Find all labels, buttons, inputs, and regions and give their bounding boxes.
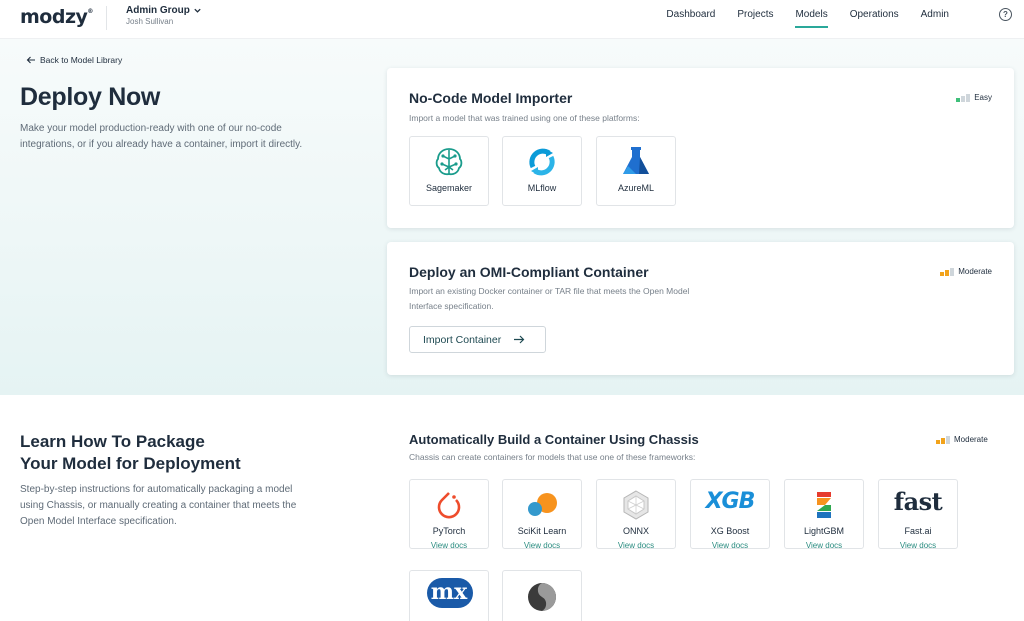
learn-section-title: Learn How To Package Your Model for Depl… xyxy=(20,431,241,475)
framework-tile-mxnet[interactable]: mx xyxy=(409,570,489,621)
tile-label: AzureML xyxy=(617,183,654,193)
framework-tile-scikit-learn[interactable]: SciKit Learn View docs xyxy=(502,479,582,550)
omi-container-card: Deploy an OMI-Compliant Container Import… xyxy=(387,242,1014,375)
arrow-left-icon xyxy=(26,56,35,64)
import-container-button[interactable]: Import Container xyxy=(409,326,546,353)
nav-operations[interactable]: Operations xyxy=(839,0,910,39)
framework-sphere-icon xyxy=(528,583,556,611)
main-nav: Dashboard Projects Models Operations Adm… xyxy=(655,0,960,39)
no-code-importer-card: No-Code Model Importer Import a model th… xyxy=(387,68,1014,228)
chassis-section-title: Automatically Build a Container Using Ch… xyxy=(409,432,699,447)
mlflow-icon xyxy=(529,148,555,176)
deploy-hero-section: Back to Model Library Deploy Now Make yo… xyxy=(0,39,1024,395)
divider xyxy=(106,6,107,30)
platform-tile-sagemaker[interactable]: Sagemaker xyxy=(409,136,489,206)
registered-mark: ® xyxy=(87,8,93,15)
view-docs-link[interactable]: View docs xyxy=(879,541,957,550)
user-name: Josh Sullivan xyxy=(126,17,174,26)
back-to-library-link[interactable]: Back to Model Library xyxy=(26,55,122,65)
logo-text: modzy xyxy=(20,6,88,28)
card-subtitle-line-2: Interface specification. xyxy=(409,301,494,311)
difficulty-label: Easy xyxy=(974,93,992,102)
tile-label: ONNX xyxy=(622,526,649,536)
page-description: Make your model production-ready with on… xyxy=(20,123,303,150)
onnx-icon xyxy=(623,490,649,520)
difficulty-label: Moderate xyxy=(958,267,992,276)
org-switcher[interactable]: Admin Group Josh Sullivan xyxy=(126,5,202,26)
page-title: Deploy Now xyxy=(20,83,161,111)
difficulty-badge: Moderate xyxy=(940,267,992,276)
lightgbm-icon xyxy=(817,492,831,518)
tile-label: PyTorch xyxy=(432,526,466,536)
difficulty-label: Moderate xyxy=(954,435,988,444)
view-docs-link[interactable]: View docs xyxy=(597,541,675,550)
framework-tile-pytorch[interactable]: PyTorch View docs xyxy=(409,479,489,550)
top-navigation-bar: modzy® Admin Group Josh Sullivan Dashboa… xyxy=(0,0,1024,39)
fastai-icon: fast xyxy=(893,487,943,516)
help-icon[interactable]: ? xyxy=(999,8,1012,21)
difficulty-badge: Moderate xyxy=(936,435,1002,444)
tile-label: SciKit Learn xyxy=(517,526,567,536)
tile-label: LightGBM xyxy=(803,526,845,536)
modzy-logo[interactable]: modzy® xyxy=(20,6,93,28)
sagemaker-brain-icon xyxy=(435,148,463,176)
scikit-learn-icon xyxy=(528,493,557,516)
learn-section-description: Step-by-step instructions for automatica… xyxy=(20,484,297,527)
nav-projects[interactable]: Projects xyxy=(726,0,784,39)
card-subtitle: Import a model that was trained using on… xyxy=(409,113,640,123)
azureml-flask-icon xyxy=(623,147,649,174)
difficulty-bars-icon xyxy=(956,93,971,102)
xgboost-icon: XGB xyxy=(705,489,756,514)
framework-tile-fastai[interactable]: fast Fast.ai View docs xyxy=(878,479,958,550)
arrow-right-icon xyxy=(514,335,525,344)
nav-models[interactable]: Models xyxy=(784,0,838,39)
tile-label: XG Boost xyxy=(710,526,750,536)
card-title: No-Code Model Importer xyxy=(409,90,573,106)
tile-label: Sagemaker xyxy=(425,183,473,193)
nav-admin[interactable]: Admin xyxy=(910,0,960,39)
pytorch-icon xyxy=(437,492,461,519)
framework-tile-xgboost[interactable]: XGB XG Boost View docs xyxy=(690,479,770,550)
view-docs-link[interactable]: View docs xyxy=(503,541,581,550)
learn-title-line-1: Learn How To Package xyxy=(20,432,205,451)
card-subtitle-line-1: Import an existing Docker container or T… xyxy=(409,286,690,296)
framework-tile-lightgbm[interactable]: LightGBM View docs xyxy=(784,479,864,550)
tile-label: Fast.ai xyxy=(904,526,932,536)
view-docs-link[interactable]: View docs xyxy=(691,541,769,550)
difficulty-bars-icon xyxy=(940,267,955,276)
difficulty-badge: Easy xyxy=(956,93,992,102)
nav-dashboard[interactable]: Dashboard xyxy=(655,0,726,39)
card-title: Deploy an OMI-Compliant Container xyxy=(409,264,649,280)
platform-tile-mlflow[interactable]: MLflow xyxy=(502,136,582,206)
mxnet-logo-text: mx xyxy=(430,579,468,605)
chassis-section-subtitle: Chassis can create containers for models… xyxy=(409,452,696,462)
org-name: Admin Group xyxy=(126,5,190,16)
learn-title-line-2: Your Model for Deployment xyxy=(20,454,241,473)
view-docs-link[interactable]: View docs xyxy=(410,541,488,550)
tile-label: MLflow xyxy=(527,183,557,193)
chevron-down-icon xyxy=(194,8,201,13)
button-label: Import Container xyxy=(423,333,502,346)
framework-tile-additional[interactable] xyxy=(502,570,582,621)
back-link-label: Back to Model Library xyxy=(40,55,123,65)
framework-tile-onnx[interactable]: ONNX View docs xyxy=(596,479,676,550)
view-docs-link[interactable]: View docs xyxy=(785,541,863,550)
difficulty-bars-icon xyxy=(936,435,950,444)
platform-tile-azureml[interactable]: AzureML xyxy=(596,136,676,206)
